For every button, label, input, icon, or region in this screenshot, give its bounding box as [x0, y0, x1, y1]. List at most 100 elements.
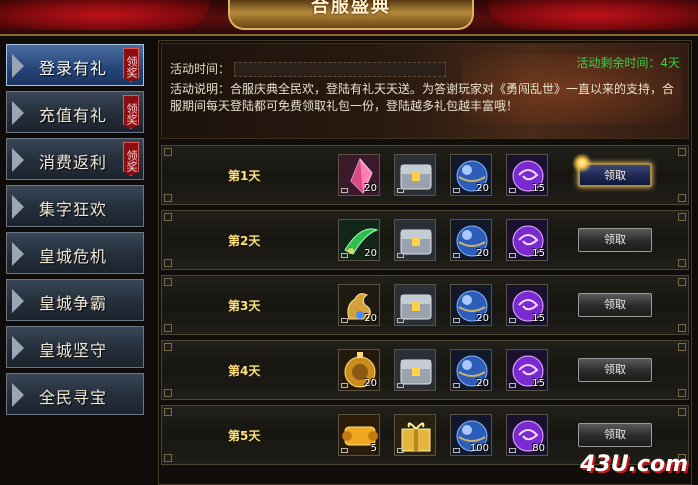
- reward-item-slot[interactable]: [394, 154, 436, 196]
- reward-item-slot[interactable]: 15: [506, 349, 548, 391]
- bound-lock-icon: [341, 318, 348, 323]
- bound-lock-icon: [509, 318, 516, 323]
- bound-lock-icon: [509, 383, 516, 388]
- corner-ornament: [164, 194, 172, 202]
- sidebar-item-label: 皇城坚守: [39, 341, 108, 360]
- reward-item-slot[interactable]: 5: [338, 414, 380, 456]
- top-banner: 合服盛典: [0, 0, 698, 36]
- remaining-time: 活动剩余时间：4天: [576, 56, 680, 70]
- sidebar-item-1[interactable]: 登录有礼 领奖: [6, 44, 144, 86]
- bound-lock-icon: [341, 188, 348, 193]
- day-label: 第2天: [228, 234, 261, 248]
- claim-button[interactable]: 领取: [572, 153, 652, 187]
- arrow-icon: [12, 242, 24, 266]
- claim-button[interactable]: 领取: [578, 423, 652, 447]
- reward-item-slot[interactable]: [394, 349, 436, 391]
- arrow-icon: [12, 195, 24, 219]
- item-count: 15: [532, 248, 545, 259]
- bound-lock-icon: [509, 448, 516, 453]
- sidebar-item-label: 全民寻宝: [39, 388, 108, 407]
- sidebar-item-8[interactable]: 全民寻宝: [6, 373, 144, 415]
- bound-lock-icon: [453, 383, 460, 388]
- sidebar-item-label: 充值有礼: [39, 106, 108, 125]
- item-count: 20: [364, 378, 377, 389]
- reward-item-slot[interactable]: [394, 414, 436, 456]
- bound-lock-icon: [397, 253, 404, 258]
- event-info: 活动时间： 活动剩余时间：4天 活动说明：合服庆典全民欢，登陆有礼天天送。为答谢…: [161, 43, 689, 139]
- sidebar-item-label: 集字狂欢: [39, 200, 108, 219]
- arrow-icon: [12, 289, 24, 313]
- corner-ornament: [678, 278, 686, 286]
- sidebar-item-5[interactable]: 皇城危机: [6, 232, 144, 274]
- reward-item-slot[interactable]: 20: [450, 219, 492, 261]
- bound-lock-icon: [341, 253, 348, 258]
- item-count: 20: [476, 183, 489, 194]
- corner-ornament: [678, 194, 686, 202]
- corner-ornament: [164, 454, 172, 462]
- reward-item-slot[interactable]: 15: [506, 284, 548, 326]
- corner-ornament: [678, 324, 686, 332]
- item-count: 15: [532, 378, 545, 389]
- arrow-icon: [12, 383, 24, 407]
- item-count: 5: [370, 443, 377, 454]
- event-time-value-redacted: [234, 62, 447, 77]
- claim-button[interactable]: 领取: [578, 228, 652, 252]
- claim-button[interactable]: 领取: [578, 293, 652, 317]
- bound-lock-icon: [397, 188, 404, 193]
- corner-ornament: [678, 148, 686, 156]
- reward-item-slot[interactable]: 20: [338, 349, 380, 391]
- claim-button-label: 领取: [604, 363, 626, 376]
- bound-lock-icon: [397, 383, 404, 388]
- corner-ornament: [164, 343, 172, 351]
- corner-ornament: [678, 343, 686, 351]
- item-count: 15: [532, 313, 545, 324]
- sidebar-item-6[interactable]: 皇城争霸: [6, 279, 144, 321]
- sidebar-item-label: 登录有礼: [39, 59, 108, 78]
- claim-button-label: 领取: [604, 298, 626, 311]
- corner-ornament: [164, 259, 172, 267]
- reward-item-slot[interactable]: 15: [506, 219, 548, 261]
- main-panel: 活动时间： 活动剩余时间：4天 活动说明：合服庆典全民欢，登陆有礼天天送。为答谢…: [158, 40, 692, 485]
- claim-button-label: 领取: [604, 169, 626, 182]
- corner-ornament: [164, 213, 172, 221]
- item-count: 20: [476, 378, 489, 389]
- arrow-icon: [12, 148, 24, 172]
- corner-ornament: [164, 389, 172, 397]
- red-ribbon-right: [488, 0, 698, 30]
- item-count: 20: [364, 248, 377, 259]
- item-count: 80: [532, 443, 545, 454]
- reward-item-slot[interactable]: 100: [450, 414, 492, 456]
- sparkle-icon: [572, 153, 592, 173]
- reward-item-slot[interactable]: 20: [450, 349, 492, 391]
- reward-item-slot[interactable]: 20: [338, 219, 380, 261]
- reward-item-slot[interactable]: 20: [338, 284, 380, 326]
- bound-lock-icon: [509, 188, 516, 193]
- bound-lock-icon: [397, 318, 404, 323]
- sidebar-item-4[interactable]: 集字狂欢: [6, 185, 144, 227]
- event-title: 合服盛典: [228, 0, 474, 30]
- day-label: 第3天: [228, 299, 261, 313]
- item-count: 20: [476, 313, 489, 324]
- bound-lock-icon: [341, 448, 348, 453]
- sidebar-item-7[interactable]: 皇城坚守: [6, 326, 144, 368]
- bound-lock-icon: [341, 383, 348, 388]
- item-count: 20: [364, 313, 377, 324]
- reward-row: 第1天 20 20 15 领取: [161, 145, 689, 205]
- sidebar: 登录有礼 领奖 充值有礼 领奖 消费返利 领奖集字狂欢皇城危机皇城争霸皇城坚守全民寻宝: [6, 44, 144, 420]
- reward-item-slot[interactable]: [394, 284, 436, 326]
- event-description: 活动说明：合服庆典全民欢，登陆有礼天天送。为答谢玩家对《勇闯乱世》一直以来的支持…: [170, 82, 675, 113]
- sidebar-item-3[interactable]: 消费返利 领奖: [6, 138, 144, 180]
- sidebar-item-label: 消费返利: [39, 153, 108, 172]
- arrow-icon: [12, 54, 24, 78]
- reward-item-slot[interactable]: 15: [506, 154, 548, 196]
- reward-item-slot[interactable]: 80: [506, 414, 548, 456]
- reward-item-slot[interactable]: 20: [338, 154, 380, 196]
- claim-button[interactable]: 领取: [578, 358, 652, 382]
- reward-item-slot[interactable]: 20: [450, 284, 492, 326]
- bound-lock-icon: [453, 253, 460, 258]
- sidebar-item-2[interactable]: 充值有礼 领奖: [6, 91, 144, 133]
- reward-item-slot[interactable]: 20: [450, 154, 492, 196]
- corner-ornament: [678, 408, 686, 416]
- reward-item-slot[interactable]: [394, 219, 436, 261]
- item-count: 20: [476, 248, 489, 259]
